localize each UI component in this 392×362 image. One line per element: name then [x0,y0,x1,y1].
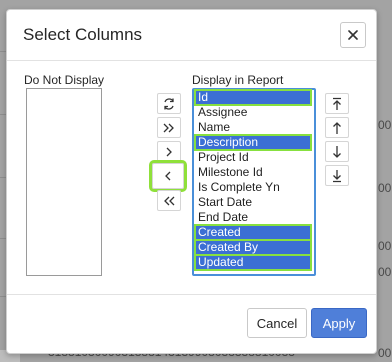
background-text: 00 [378,181,392,195]
list-item[interactable]: Id [194,89,312,106]
list-item[interactable]: Project Id [196,151,310,164]
close-button[interactable] [340,22,366,48]
background-text: 00 [378,265,392,279]
move-all-right-button[interactable] [157,117,181,138]
display-in-report-label: Display in Report [192,73,284,87]
list-item[interactable]: Assignee [196,106,310,119]
list-item[interactable]: Is Complete Yn [196,181,310,194]
list-item[interactable]: Created By [194,239,312,256]
move-right-icon [166,147,172,156]
dialog-title: Select Columns [23,25,143,44]
move-all-left-button[interactable] [157,190,181,211]
background-text: 00 [378,118,392,132]
list-item[interactable]: End Date [196,211,310,224]
move-top-button[interactable] [325,93,349,114]
background-text: 00 [378,239,392,253]
list-item[interactable]: Description [194,134,312,151]
do-not-display-label: Do Not Display [24,73,105,87]
move-bottom-icon [333,169,341,182]
move-bottom-button[interactable] [325,165,349,186]
list-item[interactable]: Updated [194,254,312,271]
background-text: 00 [378,346,392,360]
reset-button[interactable] [157,93,181,114]
reset-icon [164,97,174,110]
select-columns-dialog: Select Columns Do Not Display Display in… [6,9,377,354]
move-left-button[interactable] [149,160,187,192]
list-item[interactable]: Start Date [196,196,310,209]
move-all-left-icon [164,196,175,205]
move-down-button[interactable] [325,141,349,162]
move-down-icon [333,145,341,158]
apply-button[interactable]: Apply [311,308,367,338]
list-item[interactable]: Name [196,121,310,134]
move-right-button[interactable] [157,141,181,162]
move-top-icon [333,97,341,110]
do-not-display-list[interactable] [26,88,102,276]
dialog-footer: Cancel Apply [7,294,376,353]
close-icon [348,30,358,40]
list-item[interactable]: Milestone Id [196,166,310,179]
cancel-button[interactable]: Cancel [247,308,307,338]
move-all-right-icon [163,123,174,132]
move-up-button[interactable] [325,117,349,138]
list-item[interactable]: Created [194,224,312,241]
display-in-report-list[interactable]: Id Assignee Name Description Project Id … [192,88,316,276]
move-left-icon [165,171,171,181]
move-up-icon [333,121,341,134]
dialog-header: Select Columns [7,10,376,61]
